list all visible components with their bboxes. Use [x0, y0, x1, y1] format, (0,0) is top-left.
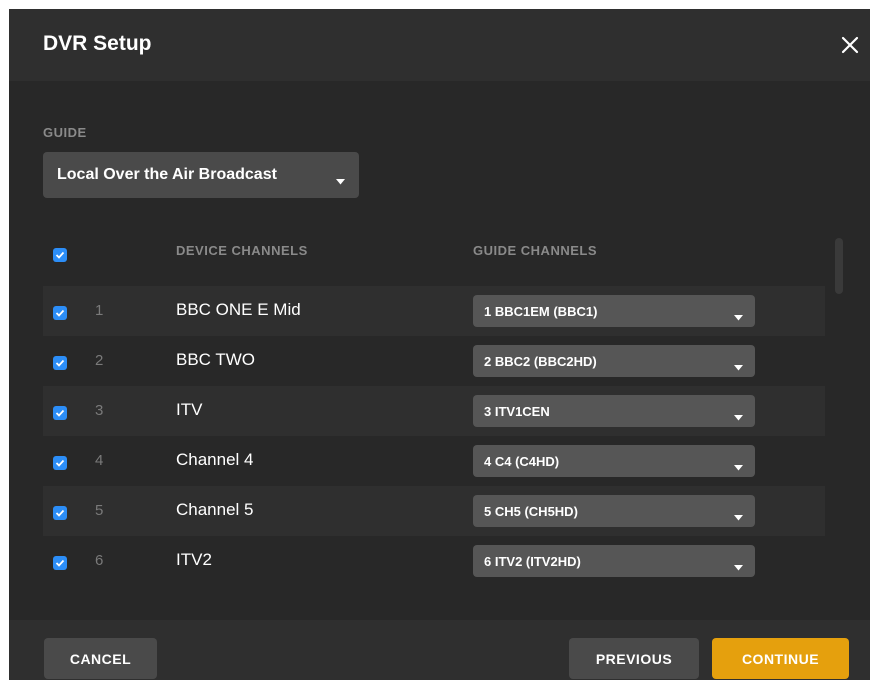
- checkmark-icon: [55, 559, 65, 567]
- guide-channel-value: 4 C4 (C4HD): [484, 453, 560, 469]
- device-channel-name: ITV: [176, 400, 203, 419]
- guide-channel-select[interactable]: 4 C4 (C4HD): [473, 445, 755, 477]
- checkmark-icon: [55, 509, 65, 517]
- guide-channel-select[interactable]: 1 BBC1EM (BBC1): [473, 295, 755, 327]
- channel-number: 1: [95, 302, 104, 319]
- channel-number: 5: [95, 502, 104, 519]
- guide-channel-value: 3 ITV1CEN: [484, 403, 550, 419]
- guide-channel-value: 2 BBC2 (BBC2HD): [484, 353, 597, 369]
- row-checkbox[interactable]: [53, 306, 67, 320]
- table-row: 2 BBC TWO 2 BBC2 (BBC2HD): [43, 336, 825, 386]
- table-row: 6 ITV2 6 ITV2 (ITV2HD): [43, 536, 825, 586]
- guide-channel-value: 5 CH5 (CH5HD): [484, 503, 578, 519]
- table-row: 5 Channel 5 5 CH5 (CH5HD): [43, 486, 825, 536]
- cancel-button[interactable]: CANCEL: [44, 638, 157, 679]
- guide-select[interactable]: Local Over the Air Broadcast: [43, 152, 359, 198]
- guide-channel-select[interactable]: 2 BBC2 (BBC2HD): [473, 345, 755, 377]
- close-icon[interactable]: [838, 33, 862, 57]
- checkmark-icon: [55, 459, 65, 467]
- chevron-down-icon: [734, 558, 743, 576]
- row-checkbox[interactable]: [53, 556, 67, 570]
- channel-number: 3: [95, 402, 104, 419]
- guide-channel-select[interactable]: 6 ITV2 (ITV2HD): [473, 545, 755, 577]
- table-row: 3 ITV 3 ITV1CEN: [43, 386, 825, 436]
- previous-button[interactable]: PREVIOUS: [569, 638, 699, 679]
- chevron-down-icon: [734, 408, 743, 426]
- channel-number: 4: [95, 452, 104, 469]
- row-checkbox[interactable]: [53, 406, 67, 420]
- chevron-down-icon: [734, 458, 743, 476]
- channel-number: 6: [95, 552, 104, 569]
- row-checkbox[interactable]: [53, 356, 67, 370]
- checkmark-icon: [55, 409, 65, 417]
- guide-channel-value: 6 ITV2 (ITV2HD): [484, 553, 581, 569]
- guide-channel-value: 1 BBC1EM (BBC1): [484, 303, 598, 319]
- guide-select-value: Local Over the Air Broadcast: [57, 166, 277, 183]
- device-channel-name: Channel 5: [176, 500, 254, 519]
- table-row: 1 BBC ONE E Mid 1 BBC1EM (BBC1): [43, 286, 825, 336]
- chevron-down-icon: [734, 308, 743, 326]
- select-all-checkbox[interactable]: [53, 248, 67, 262]
- chevron-down-icon: [336, 172, 345, 190]
- guide-channel-select[interactable]: 3 ITV1CEN: [473, 395, 755, 427]
- checkmark-icon: [55, 251, 65, 259]
- guide-channels-header: GUIDE CHANNELS: [473, 243, 598, 258]
- channel-table: 1 BBC ONE E Mid 1 BBC1EM (BBC1) 2 BBC TWO 2 B…: [43, 286, 825, 586]
- channel-number: 2: [95, 352, 104, 369]
- chevron-down-icon: [734, 508, 743, 526]
- device-channel-name: BBC TWO: [176, 350, 256, 369]
- guide-label: GUIDE: [43, 125, 87, 140]
- chevron-down-icon: [734, 358, 743, 376]
- continue-button[interactable]: CONTINUE: [712, 638, 849, 679]
- device-channel-name: Channel 4: [176, 450, 254, 469]
- table-row: 4 Channel 4 4 C4 (C4HD): [43, 436, 825, 486]
- device-channel-name: ITV2: [176, 550, 212, 569]
- checkmark-icon: [55, 359, 65, 367]
- row-checkbox[interactable]: [53, 456, 67, 470]
- scrollbar[interactable]: [835, 238, 843, 294]
- dialog-header: DVR Setup: [9, 9, 870, 81]
- device-channels-header: DEVICE CHANNELS: [176, 243, 308, 258]
- dialog-footer: CANCEL PREVIOUS CONTINUE: [9, 620, 870, 680]
- row-checkbox[interactable]: [53, 506, 67, 520]
- dialog-title: DVR Setup: [43, 32, 152, 55]
- checkmark-icon: [55, 309, 65, 317]
- dvr-setup-dialog: DVR Setup GUIDE Local Over the Air Broad…: [9, 9, 870, 680]
- guide-channel-select[interactable]: 5 CH5 (CH5HD): [473, 495, 755, 527]
- device-channel-name: BBC ONE E Mid: [176, 300, 301, 319]
